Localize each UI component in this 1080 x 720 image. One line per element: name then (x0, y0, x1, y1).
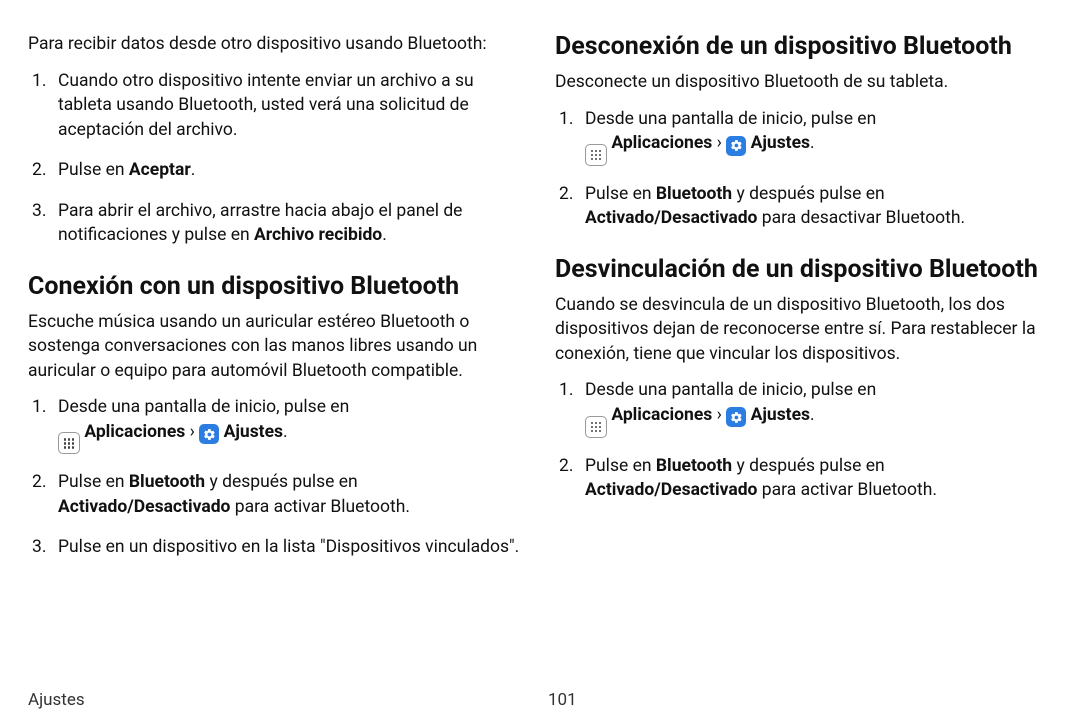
column-right: Desconexión de un dispositivo Bluetooth … (555, 32, 1052, 710)
heading-unpair: Desvinculación de un dispositivo Bluetoo… (555, 255, 1052, 285)
apps-label: Aplicaciones (611, 405, 712, 425)
step-text: Pulse en (58, 472, 129, 492)
apps-icon (585, 144, 607, 166)
heading-connect: Conexión con un dispositivo Bluetooth (28, 272, 525, 302)
step-text-pre: Desde una pantalla de inicio, pulse en (58, 397, 349, 417)
path-separator: › (712, 405, 726, 425)
step-text: Cuando otro dispositivo intente enviar u… (58, 71, 474, 140)
step-text-bold: Activado/Desactivado (585, 208, 757, 228)
step-text-bold: Bluetooth (656, 456, 732, 476)
apps-label: Aplicaciones (84, 422, 185, 442)
intro-paragraph: Para recibir datos desde otro dispositiv… (28, 32, 525, 57)
settings-label: Ajustes (751, 133, 810, 153)
step-text: Pulse en (585, 456, 656, 476)
list-item: Pulse en Bluetooth y después pulse en Ac… (555, 182, 1052, 231)
step-text-post: . (810, 133, 815, 153)
step-text: para activar Bluetooth. (230, 497, 410, 517)
step-text-bold: Activado/Desactivado (58, 497, 230, 517)
page-footer: Ajustes 101 (28, 690, 1052, 710)
gear-icon (199, 424, 219, 444)
step-text-bold: Bluetooth (656, 184, 732, 204)
footer-section-label: Ajustes (28, 690, 85, 710)
step-text-pre: Pulse en (58, 160, 129, 180)
step-text: y después pulse en (732, 456, 885, 476)
page: Para recibir datos desde otro dispositiv… (0, 0, 1080, 720)
list-item: Desde una pantalla de inicio, pulse en A… (555, 378, 1052, 437)
step-text-post: . (810, 405, 815, 425)
receive-steps-list: Cuando otro dispositivo intente enviar u… (28, 69, 525, 248)
heading-disconnect: Desconexión de un dispositivo Bluetooth (555, 32, 1052, 62)
step-text: para desactivar Bluetooth. (757, 208, 965, 228)
disconnect-paragraph: Desconecte un dispositivo Bluetooth de s… (555, 70, 1052, 95)
connect-paragraph: Escuche música usando un auricular estér… (28, 310, 525, 384)
path-separator: › (185, 422, 199, 442)
list-item: Pulse en Bluetooth y después pulse en Ac… (555, 454, 1052, 503)
path-separator: › (712, 133, 726, 153)
gear-icon (726, 136, 746, 156)
apps-icon (58, 432, 80, 454)
step-text: y después pulse en (205, 472, 358, 492)
step-text-bold: Bluetooth (129, 472, 205, 492)
list-item: Pulse en Aceptar. (28, 158, 525, 183)
step-text-post: . (191, 160, 196, 180)
list-item: Pulse en un dispositivo en la lista "Dis… (28, 535, 525, 560)
step-text-pre: Desde una pantalla de inicio, pulse en (585, 109, 876, 129)
list-item: Desde una pantalla de inicio, pulse en A… (28, 395, 525, 454)
apps-label: Aplicaciones (611, 133, 712, 153)
step-text: Pulse en (585, 184, 656, 204)
step-text-pre: Desde una pantalla de inicio, pulse en (585, 380, 876, 400)
step-text-post: . (382, 225, 387, 245)
step-text-bold: Archivo recibido (254, 225, 382, 245)
list-item: Cuando otro dispositivo intente enviar u… (28, 69, 525, 143)
list-item: Para abrir el archivo, arrastre hacia ab… (28, 199, 525, 248)
step-text-bold: Activado/Desactivado (585, 480, 757, 500)
gear-icon (726, 407, 746, 427)
step-text: y después pulse en (732, 184, 885, 204)
list-item: Pulse en Bluetooth y después pulse en Ac… (28, 470, 525, 519)
disconnect-steps-list: Desde una pantalla de inicio, pulse en A… (555, 107, 1052, 231)
column-left: Para recibir datos desde otro dispositiv… (28, 32, 525, 710)
apps-icon (585, 416, 607, 438)
step-text-post: . (283, 422, 288, 442)
list-item: Desde una pantalla de inicio, pulse en A… (555, 107, 1052, 166)
connect-steps-list: Desde una pantalla de inicio, pulse en A… (28, 395, 525, 560)
step-text: para activar Bluetooth. (757, 480, 937, 500)
settings-label: Ajustes (751, 405, 810, 425)
step-text-bold: Aceptar (129, 160, 191, 180)
footer-page-number: 101 (548, 690, 577, 710)
unpair-paragraph: Cuando se desvincula de un dispositivo B… (555, 293, 1052, 367)
step-text: Pulse en un dispositivo en la lista "Dis… (58, 537, 519, 557)
unpair-steps-list: Desde una pantalla de inicio, pulse en A… (555, 378, 1052, 502)
settings-label: Ajustes (224, 422, 283, 442)
